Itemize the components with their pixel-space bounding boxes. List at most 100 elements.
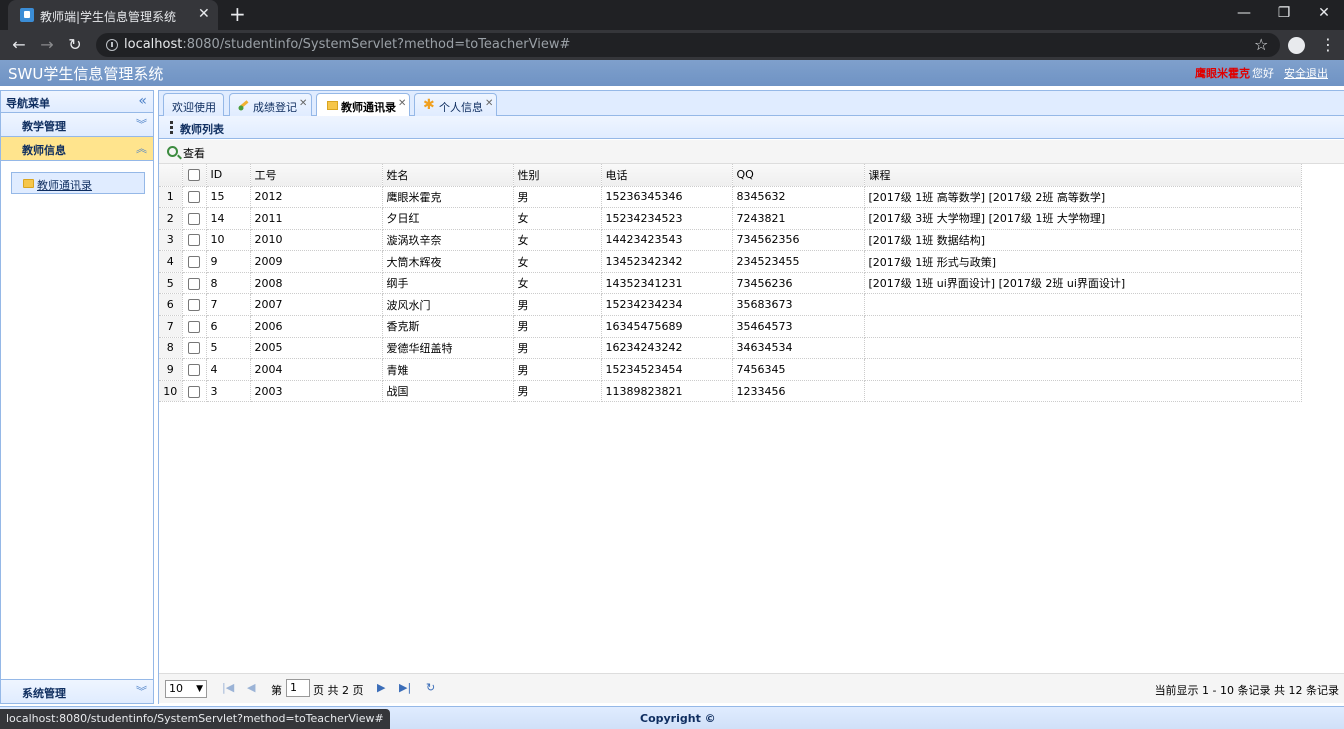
bookmark-star-icon[interactable]: ☆ bbox=[1254, 35, 1268, 54]
cell-phone: 14352341231 bbox=[601, 272, 733, 295]
close-icon[interactable]: ✕ bbox=[485, 98, 493, 109]
cell-course: [2017级 1班 ui界面设计] [2017级 2班 ui界面设计] bbox=[864, 272, 1302, 295]
table-header-row: ID 工号 姓名 性别 电话 QQ 课程 bbox=[159, 164, 1302, 187]
row-checkbox[interactable] bbox=[188, 256, 200, 269]
back-icon[interactable]: ← bbox=[9, 35, 29, 55]
window-close-icon[interactable]: ✕ bbox=[1314, 4, 1334, 22]
page-number-input[interactable]: 1 bbox=[286, 679, 310, 697]
tabs-bar: 欢迎使用 成绩登记 ✕ 教师通讯录 ✕ ✱ 个人信息 ✕ bbox=[158, 90, 1344, 117]
browser-tab[interactable]: 教师端|学生信息管理系统 ✕ bbox=[8, 0, 218, 30]
column-header-phone[interactable]: 电话 bbox=[601, 164, 733, 187]
row-checkbox[interactable] bbox=[188, 234, 200, 247]
chevron-double-down-icon[interactable]: ︾ bbox=[136, 116, 147, 132]
nav-panel-system[interactable]: 系统管理 ︾ bbox=[1, 679, 153, 703]
select-all-checkbox[interactable] bbox=[188, 169, 200, 182]
table-row[interactable]: 6 7 2007 波风水门男 15234234234 35683673 bbox=[159, 293, 1302, 317]
row-checkbox-cell bbox=[182, 207, 207, 230]
profile-icon[interactable] bbox=[1288, 37, 1305, 54]
cell-no: 2009 bbox=[250, 250, 383, 273]
app-header: SWU学生信息管理系统 鹰眼米霍克 您好 安全退出 bbox=[0, 60, 1344, 86]
cell-name: 爱德华纽盖特 bbox=[382, 337, 514, 360]
info-icon[interactable] bbox=[106, 39, 118, 51]
restore-icon[interactable]: ❐ bbox=[1274, 4, 1294, 22]
tab-personal-info[interactable]: ✱ 个人信息 ✕ bbox=[414, 93, 497, 116]
tab-welcome[interactable]: 欢迎使用 bbox=[163, 93, 224, 116]
cell-no: 2007 bbox=[250, 293, 383, 317]
cell-qq: 1233456 bbox=[732, 380, 865, 403]
cell-id: 15 bbox=[206, 186, 251, 209]
column-header-course[interactable]: 课程 bbox=[864, 164, 1302, 187]
column-header-name[interactable]: 姓名 bbox=[382, 164, 514, 187]
last-page-icon[interactable]: ▶| bbox=[399, 681, 411, 695]
record-info: 当前显示 1 - 10 条记录 共 12 条记录 bbox=[1154, 684, 1339, 697]
row-checkbox[interactable] bbox=[188, 342, 200, 355]
page-size-select[interactable]: 10 ▼ bbox=[165, 680, 207, 698]
table-row[interactable]: 10 3 2003 战国男 11389823821 1233456 bbox=[159, 380, 1302, 403]
table-row[interactable]: 9 4 2004 青雉男 15234523454 7456345 bbox=[159, 358, 1302, 381]
cell-id: 4 bbox=[206, 358, 251, 381]
column-header-qq[interactable]: QQ bbox=[732, 164, 865, 187]
chevron-double-down-icon[interactable]: ︾ bbox=[136, 683, 147, 699]
copyright: Copyright © bbox=[640, 712, 716, 725]
table-row[interactable]: 5 8 2008 纲手女 14352341231 73456236 [2017级 1班 ui… bbox=[159, 272, 1302, 295]
cell-no: 2010 bbox=[250, 229, 383, 252]
cell-name: 夕日红 bbox=[382, 207, 514, 230]
row-checkbox[interactable] bbox=[188, 212, 200, 225]
view-button[interactable]: 查看 bbox=[183, 145, 205, 161]
refresh-icon[interactable]: ↻ bbox=[426, 681, 435, 695]
table-row[interactable]: 1 15 2012 鹰眼米霍克男 15236345346 8345632 [2017级 1班… bbox=[159, 186, 1302, 209]
close-icon[interactable]: ✕ bbox=[198, 6, 210, 22]
row-checkbox[interactable] bbox=[188, 320, 200, 333]
next-page-icon[interactable]: ▶ bbox=[377, 681, 385, 695]
table-row[interactable]: 4 9 2009 大筒木辉夜女 13452342342 234523455 [2017级 1… bbox=[159, 250, 1302, 273]
prev-page-icon[interactable]: ◀ bbox=[247, 681, 255, 695]
cell-phone: 13452342342 bbox=[601, 250, 733, 273]
chevron-double-up-icon[interactable]: ︽ bbox=[136, 140, 147, 156]
cell-sex: 女 bbox=[513, 250, 602, 273]
cell-sex: 女 bbox=[513, 272, 602, 295]
content-panel: 教师列表 查看 ID 工号 姓名 性别 电话 QQ 课程 1 15 2012 鹰… bbox=[158, 116, 1344, 704]
logout-link[interactable]: 安全退出 bbox=[1284, 67, 1328, 80]
row-number: 1 bbox=[159, 186, 183, 209]
forward-icon[interactable]: → bbox=[37, 35, 57, 55]
browser-toolbar: ← → ↻ localhost:8080/studentinfo/SystemS… bbox=[0, 30, 1344, 60]
nav-panel-teacher-info[interactable]: 教师信息 ︽ bbox=[1, 137, 153, 161]
magnifier-icon[interactable] bbox=[167, 146, 178, 157]
table-row[interactable]: 2 14 2011 夕日红女 15234234523 7243821 [2017级 3班 大… bbox=[159, 207, 1302, 230]
nav-item-teacher-directory[interactable]: 教师通讯录 bbox=[11, 172, 145, 194]
row-checkbox-cell bbox=[182, 272, 207, 295]
row-checkbox-cell bbox=[182, 250, 207, 273]
table-row[interactable]: 8 5 2005 爱德华纽盖特男 16234243242 34634534 bbox=[159, 337, 1302, 360]
row-checkbox[interactable] bbox=[188, 191, 200, 204]
browser-tabbar: 教师端|学生信息管理系统 ✕ + — ❐ ✕ bbox=[0, 0, 1344, 30]
reload-icon[interactable]: ↻ bbox=[65, 35, 85, 55]
list-header: 教师列表 bbox=[159, 116, 1344, 139]
row-checkbox[interactable] bbox=[188, 385, 200, 398]
row-number: 10 bbox=[159, 380, 183, 403]
new-tab-button[interactable]: + bbox=[229, 4, 246, 24]
table-row[interactable]: 7 6 2006 香克斯男 16345475689 35464573 bbox=[159, 315, 1302, 338]
table-row[interactable]: 3 10 2010 漩涡玖辛奈女 14423423543 734562356 [2017级 … bbox=[159, 229, 1302, 252]
browser-menu-icon[interactable]: ⋮ bbox=[1320, 35, 1336, 54]
close-icon[interactable]: ✕ bbox=[299, 98, 307, 109]
column-header-no[interactable]: 工号 bbox=[250, 164, 383, 187]
column-header-sex[interactable]: 性别 bbox=[513, 164, 602, 187]
nav-item-label[interactable]: 教师通讯录 bbox=[37, 177, 92, 193]
row-checkbox[interactable] bbox=[188, 364, 200, 377]
chevron-down-icon: ▼ bbox=[196, 684, 203, 694]
minimize-icon[interactable]: — bbox=[1234, 4, 1254, 22]
column-header-id[interactable]: ID bbox=[206, 164, 251, 187]
address-bar[interactable]: localhost:8080/studentinfo/SystemServlet… bbox=[96, 33, 1280, 57]
cell-id: 8 bbox=[206, 272, 251, 295]
tab-label: 个人信息 bbox=[439, 101, 483, 114]
collapse-left-icon[interactable]: « bbox=[138, 93, 147, 109]
row-checkbox[interactable] bbox=[188, 299, 200, 312]
first-page-icon[interactable]: |◀ bbox=[222, 681, 234, 695]
close-icon[interactable]: ✕ bbox=[398, 98, 406, 109]
tab-grade-register[interactable]: 成绩登记 ✕ bbox=[229, 93, 312, 116]
tab-teacher-directory[interactable]: 教师通讯录 ✕ bbox=[316, 93, 410, 117]
row-checkbox[interactable] bbox=[188, 277, 200, 290]
nav-panel-teaching[interactable]: 教学管理 ︾ bbox=[1, 113, 153, 137]
row-checkbox-cell bbox=[182, 358, 207, 381]
cell-qq: 7243821 bbox=[732, 207, 865, 230]
